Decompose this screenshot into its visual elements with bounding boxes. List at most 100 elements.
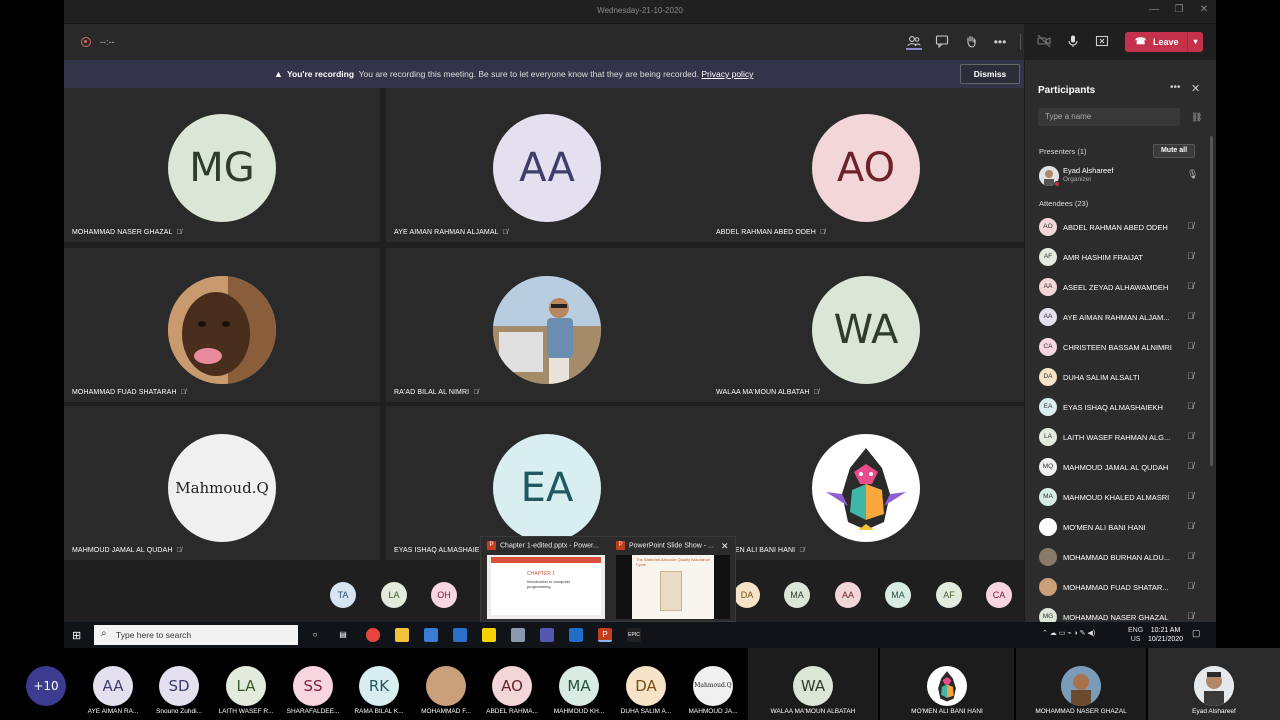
attendee-row[interactable]: AA ASEEL ZEYAD ALHAWAMDEH 🎙̸: [1039, 276, 1199, 298]
gallery-avatar[interactable]: SS: [293, 666, 333, 706]
share-screen-icon[interactable]: [1094, 34, 1110, 50]
gallery-avatar[interactable]: AA: [93, 666, 133, 706]
attendee-row[interactable]: CA CHRISTEEN BASSAM ALNIMRI 🎙̸: [1039, 336, 1199, 358]
outlook-icon[interactable]: [569, 628, 583, 642]
more-participants-badge[interactable]: +10: [26, 666, 66, 706]
chrome-icon[interactable]: [366, 628, 380, 642]
language-indicator[interactable]: ENG US: [1128, 626, 1143, 644]
gallery-avatar[interactable]: Mahmoud.Q: [693, 666, 733, 706]
powerpoint-taskbar-icon[interactable]: P: [598, 628, 612, 642]
participant-tile[interactable]: RA'AD BILAL AL NIMRI 🎙̸: [386, 248, 708, 402]
preview-item-2[interactable]: P PowerPoint Slide Show - ...: [616, 541, 714, 550]
participant-tile[interactable]: AO ABDEL RAHMAN ABED ODEH 🎙̸: [708, 88, 1024, 242]
attendee-row[interactable]: MOHAMMAD FUAD SHATAR... 🎙̸: [1039, 576, 1199, 598]
panel-title: Participants: [1038, 85, 1096, 96]
sticky-notes-icon[interactable]: [482, 628, 496, 642]
participant-tile[interactable]: AA AYE AIMAN RAHMAN ALJAMAL 🎙̸: [386, 88, 708, 242]
gallery-tile[interactable]: MOHAMMAD NASER GHAZAL: [1016, 648, 1146, 720]
more-actions-icon[interactable]: •••: [992, 34, 1008, 50]
avatar: AA: [493, 114, 601, 222]
maximize-button[interactable]: ❐: [1169, 4, 1189, 15]
close-window-button[interactable]: ✕: [1194, 4, 1214, 15]
participants-toggle-icon[interactable]: [906, 34, 922, 50]
attendee-row[interactable]: MO'MEN ALI BANI HANI 🎙̸: [1039, 516, 1199, 538]
chat-icon[interactable]: [934, 34, 950, 50]
participant-search-input[interactable]: Type a name: [1038, 108, 1180, 126]
teams-icon[interactable]: [540, 628, 554, 642]
store-icon[interactable]: [424, 628, 438, 642]
participant-tile[interactable]: MG MOHAMMAD NASER GHAZAL 🎙̸: [64, 88, 380, 242]
participant-tile[interactable]: Mahmoud.Q MAHMOUD JAMAL AL QUDAH 🎙̸: [64, 406, 380, 560]
leave-button[interactable]: ☎ Leave ▾: [1125, 32, 1203, 52]
mail-icon[interactable]: [453, 628, 467, 642]
close-preview-icon[interactable]: ✕: [721, 541, 729, 552]
scrollbar[interactable]: [1210, 136, 1213, 466]
gallery-avatar[interactable]: [426, 666, 466, 706]
gallery-avatar[interactable]: MA: [559, 666, 599, 706]
participant-tile[interactable]: MOHAMMAD FUAD SHATARAH 🎙̸: [64, 248, 380, 402]
gallery-avatar[interactable]: AO: [492, 666, 532, 706]
attendee-row[interactable]: AA AYE AIMAN RAHMAN ALJAM... 🎙̸: [1039, 306, 1199, 328]
slideshow-thumbnail[interactable]: The Waterfall-Absolute Quality Assurance…: [616, 555, 730, 619]
mic-off-icon: 🎙̸: [1187, 371, 1194, 381]
tray-icons[interactable]: ⌃ ☁ ▭ ⌁ ◑ ✎ ◀): [1042, 629, 1095, 637]
camera-off-icon[interactable]: [1036, 34, 1052, 50]
gallery-avatar[interactable]: SD: [159, 666, 199, 706]
mute-all-button[interactable]: Mute all: [1153, 144, 1195, 158]
attendee-row[interactable]: MQ MAHMOUD JAMAL AL QUDAH 🎙̸: [1039, 456, 1199, 478]
share-link-icon[interactable]: ⛓: [1191, 112, 1202, 123]
attendee-row[interactable]: EA EYAS ISHAQ ALMASHAIEKH 🎙̸: [1039, 396, 1199, 418]
attendee-row[interactable]: MOHAMMAD BURHAN ALDU... 🎙̸: [1039, 546, 1199, 568]
privacy-policy-link[interactable]: Privacy policy: [701, 69, 753, 79]
mini-avatar[interactable]: TA: [330, 582, 356, 608]
attendee-avatar: CA: [1039, 338, 1057, 356]
recording-banner: ▲ You're recording You are recording thi…: [64, 60, 1024, 88]
snipping-tool-icon[interactable]: [511, 628, 525, 642]
windows-start-icon[interactable]: ⊞: [72, 629, 81, 642]
raise-hand-icon[interactable]: [963, 34, 979, 50]
mini-avatar[interactable]: CA: [986, 582, 1012, 608]
attendee-name: EYAS ISHAQ ALMASHAIEKH: [1063, 403, 1163, 412]
participant-tile[interactable]: WA WALAA MA'MOUN ALBATAH 🎙̸: [708, 248, 1024, 402]
attendee-row[interactable]: AF AMR HASHIM FRAIJAT 🎙̸: [1039, 246, 1199, 268]
presenter-row[interactable]: Eyad Alshareef Organizer 🎙: [1039, 164, 1199, 187]
taskbar-search-input[interactable]: ⌕ Type here to search: [94, 625, 298, 645]
presenter-role: Organizer: [1063, 176, 1092, 183]
mini-avatar[interactable]: OH: [431, 582, 457, 608]
cortana-icon[interactable]: ○: [308, 628, 322, 642]
gallery-tile[interactable]: WA WALAA MA'MOUN ALBATAH: [748, 648, 878, 720]
microphone-icon[interactable]: [1065, 34, 1081, 50]
epic-games-icon[interactable]: EPIC: [627, 628, 641, 642]
attendee-row[interactable]: DA DUHA SALIM ALSALTI 🎙̸: [1039, 366, 1199, 388]
task-view-icon[interactable]: ▤: [336, 628, 350, 642]
attendee-row[interactable]: LA LAITH WASEF RAHMAN ALG... 🎙̸: [1039, 426, 1199, 448]
gallery-tile-self[interactable]: Eyad Alshareef: [1148, 648, 1280, 720]
participant-name: MOHAMMAD NASER GHAZAL 🎙̸: [72, 229, 182, 236]
minimize-button[interactable]: —: [1144, 4, 1164, 15]
gallery-tile[interactable]: MO'MEN ALI BANI HANI: [880, 648, 1014, 720]
close-icon[interactable]: ✕: [1191, 82, 1200, 95]
gallery-avatar[interactable]: LA: [226, 666, 266, 706]
taskbar-clock[interactable]: 10:21 AM 10/21/2020: [1148, 626, 1183, 644]
mini-avatar[interactable]: AF: [936, 582, 962, 608]
mic-off-icon: 🎙̸: [1187, 491, 1194, 501]
mini-avatar[interactable]: AA: [835, 582, 861, 608]
preview-item-1[interactable]: P Chapter 1-edited.pptx - Power...: [487, 541, 599, 550]
avatar-photo: [1194, 666, 1234, 706]
gallery-avatar[interactable]: DA: [626, 666, 666, 706]
chevron-down-icon[interactable]: ▾: [1187, 32, 1203, 52]
participant-tile[interactable]: MO'MEN ALI BANI HANI 🎙̸: [708, 406, 1024, 560]
screen: Wednesday-21-10-2020 — ❐ ✕ --:-- ••• ☎ L…: [0, 0, 1280, 720]
dismiss-button[interactable]: Dismiss: [960, 64, 1020, 84]
gallery-avatar[interactable]: RK: [359, 666, 399, 706]
attendee-row[interactable]: MA MAHMOUD KHALED ALMASRI 🎙̸: [1039, 486, 1199, 508]
file-explorer-icon[interactable]: [395, 628, 409, 642]
slide-thumbnail[interactable]: CHAPTER 1 Introduction to computer progr…: [487, 555, 605, 619]
mini-avatar[interactable]: DA: [734, 582, 760, 608]
mini-avatar[interactable]: MA: [784, 582, 810, 608]
attendee-row[interactable]: AO ABDEL RAHMAN ABED ODEH 🎙̸: [1039, 216, 1199, 238]
notification-icon[interactable]: ▢: [1192, 628, 1201, 639]
mini-avatar[interactable]: LA: [381, 582, 407, 608]
mini-avatar[interactable]: MA: [885, 582, 911, 608]
more-options-icon[interactable]: •••: [1170, 82, 1181, 93]
